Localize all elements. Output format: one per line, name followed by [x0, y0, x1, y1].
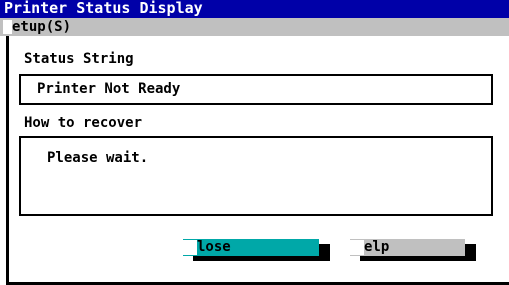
how-to-recover-value: Please wait.	[47, 150, 149, 166]
menu-setup-hotkey	[3, 20, 12, 34]
status-string-label: Status String	[24, 51, 134, 67]
title-bar: Printer Status Display	[0, 0, 509, 18]
close-button-shadow-right	[319, 244, 330, 256]
close-button-shadow-bottom	[193, 256, 330, 261]
help-button[interactable]: elp	[350, 239, 465, 256]
help-button-label: elp	[364, 239, 390, 255]
status-string-value: Printer Not Ready	[37, 81, 181, 97]
help-button-shadow-right	[465, 244, 476, 256]
close-button-hotkey	[183, 240, 197, 255]
printer-status-window: Printer Status Display etup(S) Status St…	[0, 0, 509, 285]
status-string-field: Printer Not Ready	[19, 74, 493, 105]
content-border-left	[6, 36, 9, 285]
menu-setup[interactable]: etup(S)	[12, 19, 71, 35]
close-button-label: lose	[197, 239, 231, 255]
window-title: Printer Status Display	[4, 0, 203, 17]
how-to-recover-field: Please wait.	[19, 136, 493, 216]
close-button[interactable]: lose	[183, 239, 319, 256]
help-button-shadow-bottom	[360, 256, 476, 261]
how-to-recover-label: How to recover	[24, 115, 143, 131]
help-button-hotkey	[350, 240, 364, 255]
menu-bar: etup(S)	[0, 18, 509, 36]
